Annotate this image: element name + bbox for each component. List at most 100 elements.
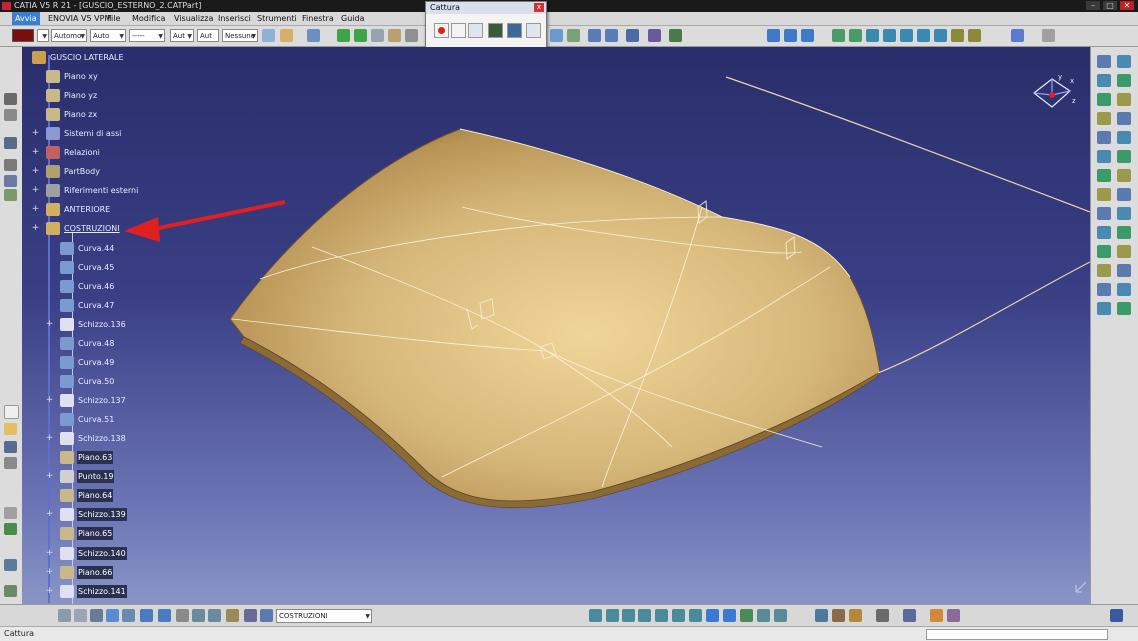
expand-icon[interactable]: + (31, 205, 40, 214)
menu-inserisci[interactable]: Inserisci (215, 12, 254, 25)
menu-guida[interactable]: Guida (338, 12, 367, 25)
material-icon[interactable] (849, 609, 862, 622)
workbench-icon[interactable] (1011, 29, 1024, 42)
move-icon[interactable] (337, 29, 350, 42)
catalog-icon[interactable] (4, 159, 17, 171)
minimize-button[interactable]: – (1086, 1, 1100, 10)
spline-tool-icon[interactable] (1097, 112, 1111, 125)
line-tool-icon[interactable] (1117, 55, 1131, 68)
new-doc-icon[interactable] (4, 405, 19, 419)
scale-icon[interactable] (1097, 302, 1111, 315)
camera-icon[interactable] (876, 609, 889, 622)
hide-show-icon[interactable] (757, 609, 770, 622)
capture-screen-icon[interactable] (488, 23, 503, 38)
color-picker[interactable] (12, 29, 34, 42)
scan-icon[interactable] (176, 609, 189, 622)
zoom-out-icon[interactable] (672, 609, 685, 622)
brush-icon[interactable] (930, 609, 943, 622)
helix-icon[interactable] (1117, 112, 1131, 125)
fillet-icon[interactable] (883, 29, 896, 42)
macro-icon[interactable] (307, 29, 320, 42)
3d-viewport[interactable]: GUSCIO LATERALE Piano xy Piano yz Piano zx… (22, 47, 1090, 604)
expand-icon[interactable]: + (45, 396, 54, 405)
sketch-tool-icon[interactable] (4, 585, 17, 597)
fill-icon[interactable] (832, 29, 845, 42)
knowledge-icon[interactable] (4, 175, 17, 187)
extract-icon[interactable] (934, 29, 947, 42)
point-tool-icon[interactable] (1097, 55, 1111, 68)
curve-on-surface-icon[interactable] (801, 29, 814, 42)
snap-icon[interactable] (371, 29, 384, 42)
boundary-tool-icon[interactable] (1097, 245, 1111, 258)
normal-view-icon[interactable] (689, 609, 702, 622)
fit-all-icon[interactable] (606, 609, 619, 622)
circle-tool-icon[interactable] (1117, 93, 1131, 106)
menu-file[interactable]: File (104, 12, 123, 25)
offset-icon[interactable] (866, 29, 879, 42)
expand-icon[interactable]: + (45, 586, 54, 596)
multi-section-icon[interactable] (849, 29, 862, 42)
offset-tool-icon[interactable] (1097, 169, 1111, 182)
expand-icon[interactable]: + (45, 510, 54, 519)
trim-tool-icon[interactable] (1097, 226, 1111, 239)
update-icon[interactable] (226, 609, 239, 622)
expand-icon[interactable]: + (31, 224, 40, 233)
body-icon[interactable] (158, 609, 171, 622)
plane-tool-icon[interactable] (1097, 74, 1111, 87)
connect-curve-icon[interactable] (784, 29, 797, 42)
rotate-icon[interactable] (638, 609, 651, 622)
compass-move-icon[interactable] (354, 29, 367, 42)
join-tool-icon[interactable] (1097, 207, 1111, 220)
sweep-icon[interactable] (550, 29, 563, 42)
geometry-icon[interactable] (140, 609, 153, 622)
menu-strumenti[interactable]: Strumenti (254, 12, 300, 25)
comment-icon[interactable] (4, 109, 17, 121)
list-icon[interactable] (244, 609, 257, 622)
shading-icon[interactable] (740, 609, 753, 622)
revolve-surface-icon[interactable] (605, 29, 618, 42)
extrude-tool-icon[interactable] (1097, 131, 1111, 144)
blend-tool-icon[interactable] (1117, 188, 1131, 201)
filter-icon[interactable] (192, 609, 205, 622)
layer-combo[interactable]: Nessuno ▼ (222, 29, 258, 42)
linestyle-combo[interactable]: ----- ▼ (129, 29, 165, 42)
tree-toggle-icon[interactable] (208, 609, 221, 622)
sketcher-icon[interactable] (903, 609, 916, 622)
snap-point-icon[interactable] (74, 609, 87, 622)
expand-icon[interactable]: + (45, 567, 54, 577)
fill-tool-icon[interactable] (1117, 169, 1131, 182)
select-icon[interactable] (58, 609, 71, 622)
graphic-properties-icon[interactable] (280, 29, 293, 42)
expand-icon[interactable]: + (45, 472, 54, 481)
rotate-tool-icon[interactable] (1097, 283, 1111, 296)
help-icon[interactable] (4, 559, 17, 571)
fillet-tool-icon[interactable] (1097, 264, 1111, 277)
expand-icon[interactable]: + (31, 148, 40, 157)
close-button[interactable]: ✕ (1120, 1, 1134, 10)
painter-icon[interactable] (262, 29, 275, 42)
join-icon[interactable] (626, 29, 639, 42)
table-view-icon[interactable] (122, 609, 135, 622)
axis-icon[interactable] (90, 609, 103, 622)
symmetry-icon[interactable] (1117, 283, 1131, 296)
grid-icon[interactable] (106, 609, 119, 622)
table-icon[interactable] (4, 137, 17, 149)
menu-finestra[interactable]: Finestra (299, 12, 337, 25)
capture-close-button[interactable]: x (534, 3, 544, 12)
link-icon[interactable] (405, 29, 418, 42)
quick-view-icon[interactable] (706, 609, 719, 622)
select-pointer-icon[interactable] (451, 23, 466, 38)
rule-icon[interactable] (4, 189, 17, 201)
fly-mode-icon[interactable] (589, 609, 602, 622)
print-icon[interactable] (4, 457, 17, 469)
swap-visible-icon[interactable] (774, 609, 787, 622)
boundary-icon[interactable] (917, 29, 930, 42)
translate-icon[interactable] (1117, 264, 1131, 277)
multi-view-icon[interactable] (723, 609, 736, 622)
analysis-icon[interactable] (968, 29, 981, 42)
maximize-button[interactable]: □ (1103, 1, 1117, 10)
thickness-combo[interactable]: Aut ▼ (170, 29, 194, 42)
expand-icon[interactable]: + (31, 167, 40, 176)
expand-icon[interactable]: + (45, 434, 54, 443)
compass[interactable]: y x z (1030, 73, 1076, 116)
